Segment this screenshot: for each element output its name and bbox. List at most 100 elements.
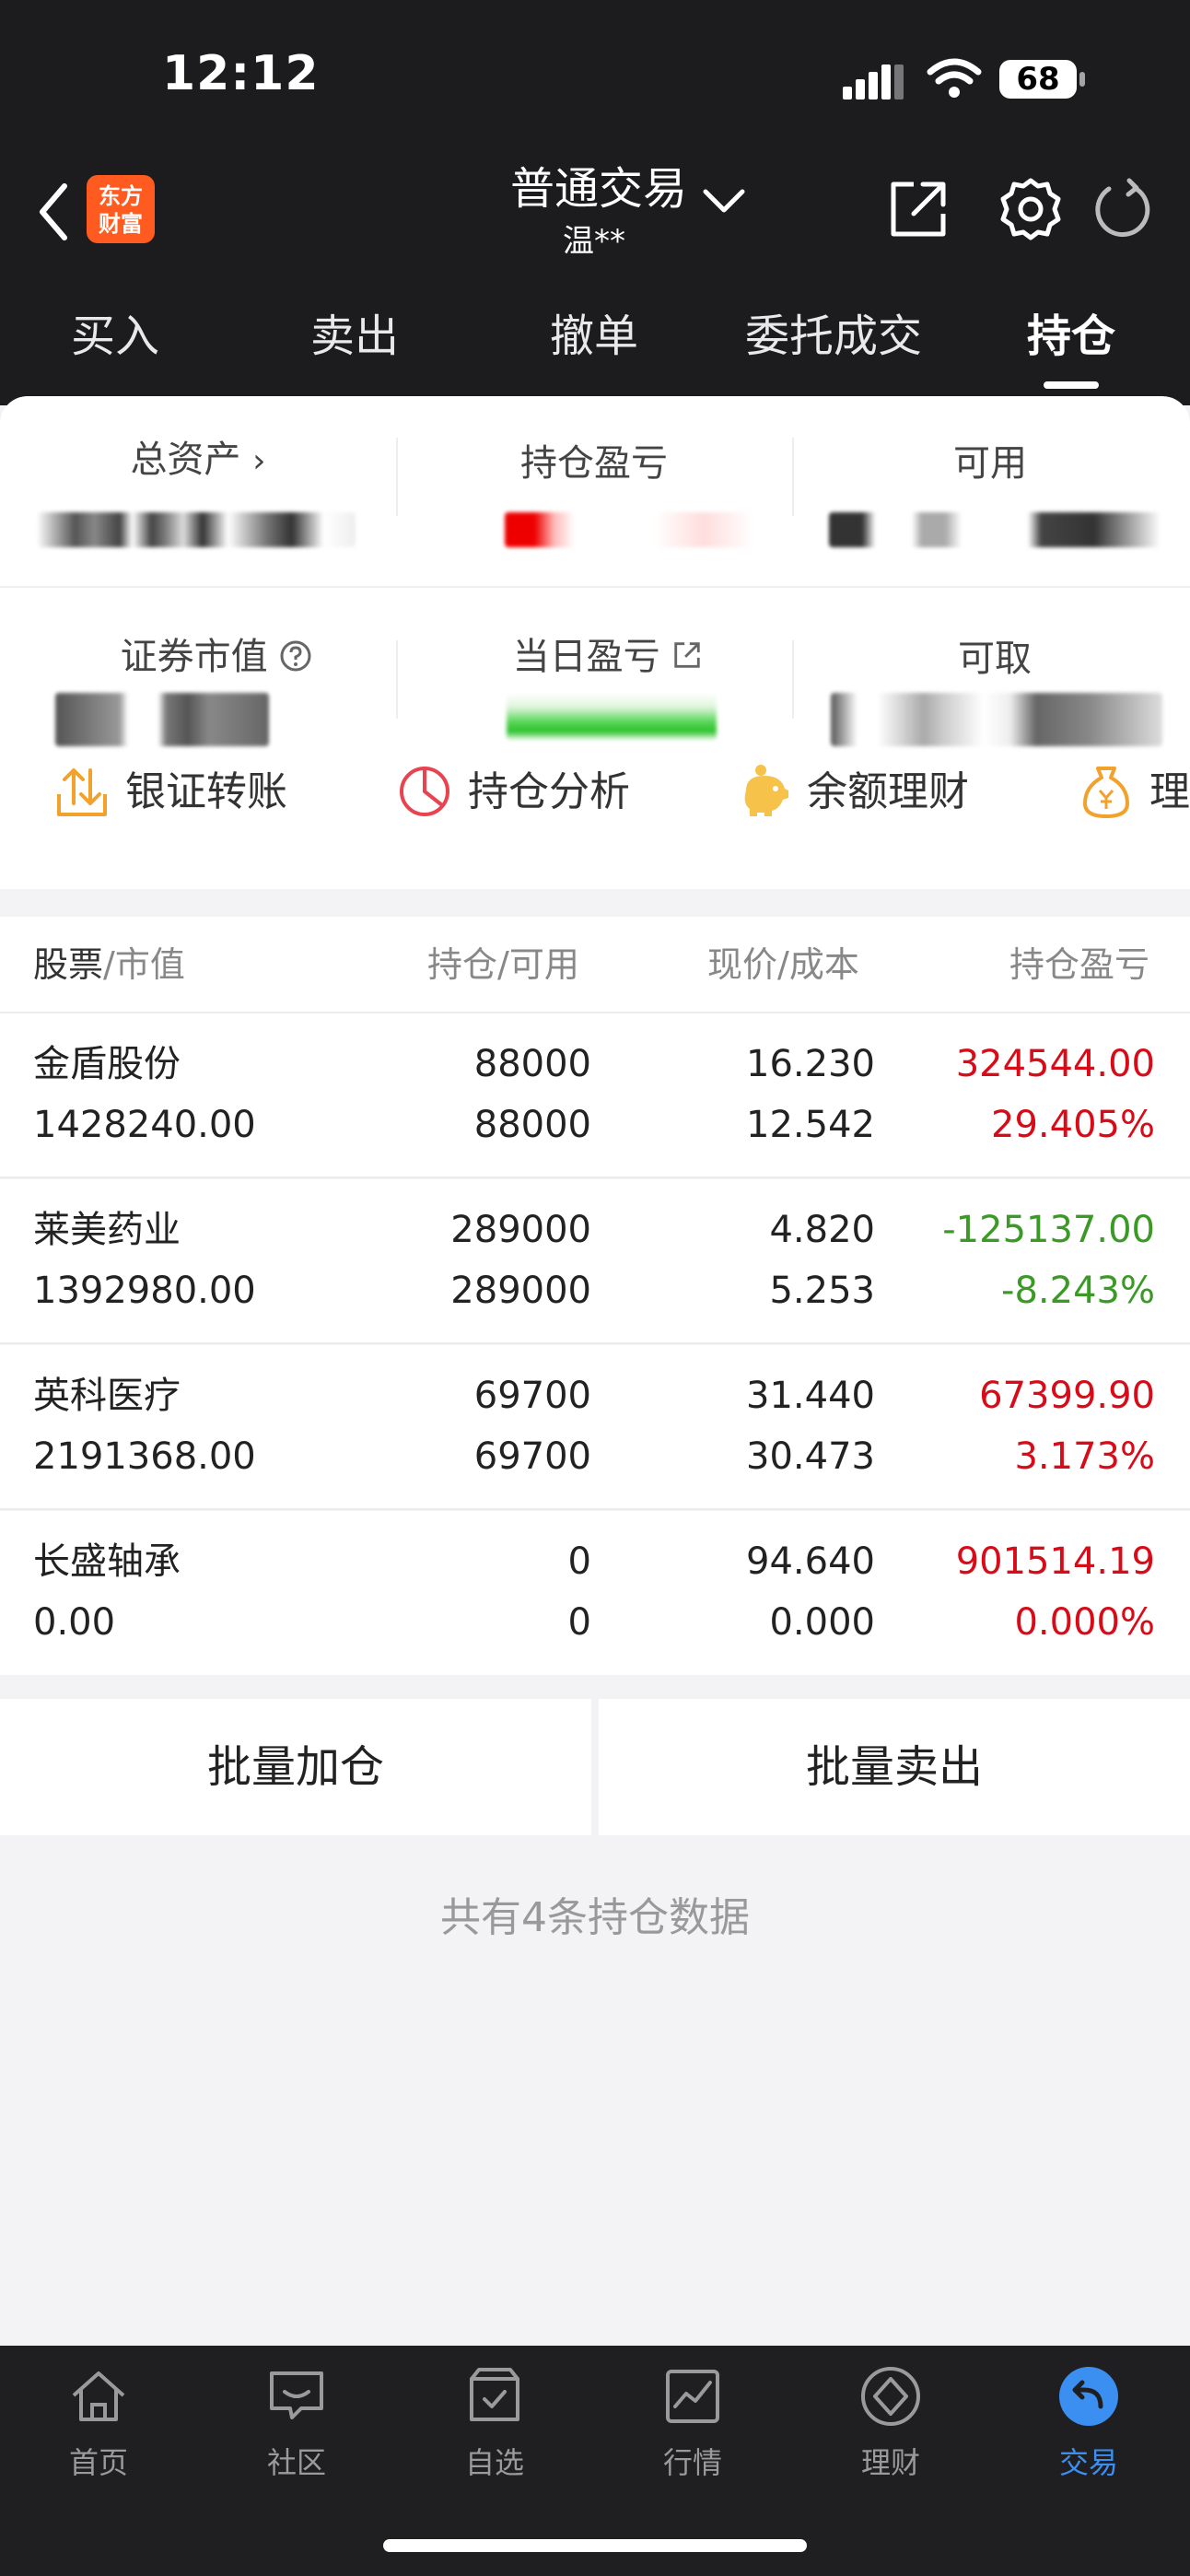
available: 289000 bbox=[450, 1270, 591, 1312]
battery-icon: 68 bbox=[998, 57, 1087, 101]
quick-action-label: 余额理财 bbox=[807, 768, 969, 815]
position-pl-pct: 3.173% bbox=[1014, 1435, 1155, 1478]
divider bbox=[792, 640, 794, 719]
refresh-icon[interactable] bbox=[1089, 177, 1153, 241]
quick-action-label: 持仓分析 bbox=[468, 768, 630, 815]
tabbar-home[interactable]: 首页 bbox=[39, 2364, 158, 2502]
quick-action-transfer[interactable]: 银证转账 bbox=[53, 755, 330, 829]
share-icon[interactable] bbox=[886, 177, 951, 241]
nav-bar: 东方 财富 普通交易 温** bbox=[0, 157, 1190, 295]
divider bbox=[792, 438, 794, 516]
price: 31.440 bbox=[746, 1375, 875, 1417]
quick-action-label: 银证转账 bbox=[125, 768, 287, 815]
position-pl-value-masked bbox=[505, 512, 753, 547]
tabbar-label: 首页 bbox=[68, 2445, 128, 2480]
table-row[interactable]: 英科医疗 2191368.00 69700 69700 31.440 30.47… bbox=[0, 1345, 1190, 1509]
header-stock-label: 股票 bbox=[33, 944, 104, 985]
wifi-icon bbox=[927, 58, 982, 98]
divider bbox=[0, 1508, 1190, 1510]
daily-pl-label[interactable]: 当日盈亏 bbox=[497, 626, 718, 680]
withdrawable-masked bbox=[831, 693, 1162, 746]
available: 69700 bbox=[473, 1435, 591, 1478]
trade-tabs: 买入 卖出 撤单 委托成交 持仓 bbox=[0, 295, 1190, 396]
header-price: 现价/成本 bbox=[707, 917, 859, 1013]
divider bbox=[0, 1177, 1190, 1178]
tabbar-label: 社区 bbox=[266, 2445, 326, 2480]
tabbar-label: 理财 bbox=[860, 2445, 920, 2480]
market-value: 1428240.00 bbox=[33, 1104, 256, 1146]
stock-name: 莱美药业 bbox=[33, 1209, 181, 1251]
available-value-masked bbox=[829, 512, 1161, 547]
price: 94.640 bbox=[746, 1540, 875, 1583]
holding: 69700 bbox=[473, 1375, 591, 1417]
tabbar-label: 自选 bbox=[464, 2445, 524, 2480]
chevron-right-icon: › bbox=[252, 442, 266, 480]
cost: 5.253 bbox=[769, 1270, 875, 1312]
logo-line2: 财富 bbox=[99, 211, 143, 237]
tabbar-trade[interactable]: 交易 bbox=[1029, 2364, 1149, 2502]
trade-mode-title[interactable]: 普通交易 bbox=[497, 157, 700, 221]
market-value-label[interactable]: 证券市值 bbox=[101, 626, 332, 680]
position-pl: 67399.90 bbox=[979, 1375, 1155, 1417]
stock-name: 长盛轴承 bbox=[33, 1540, 181, 1583]
brand-logo[interactable]: 东方 财富 bbox=[87, 175, 155, 243]
daily-pl-masked bbox=[507, 693, 717, 741]
money-bag-icon bbox=[1083, 767, 1129, 818]
tab-buy[interactable]: 买入 bbox=[37, 295, 193, 378]
account-name: 温** bbox=[563, 223, 625, 260]
table-row[interactable]: 长盛轴承 0.00 0 0 94.640 0.000 901514.19 0.0… bbox=[0, 1511, 1190, 1675]
piggy-bank-icon bbox=[744, 765, 788, 816]
cellular-signal-icon bbox=[843, 64, 904, 100]
header-cost-label: /成本 bbox=[777, 944, 859, 985]
position-pl-pct: -8.243% bbox=[1001, 1270, 1155, 1312]
total-assets-text: 总资产 bbox=[130, 439, 241, 481]
header-holding: 持仓/可用 bbox=[427, 917, 579, 1013]
stock-name: 英科医疗 bbox=[33, 1375, 181, 1417]
chevron-down-icon[interactable] bbox=[702, 186, 746, 216]
positions-table-header: 股票/市值 持仓/可用 现价/成本 持仓盈亏 bbox=[0, 917, 1190, 1013]
table-row[interactable]: 金盾股份 1428240.00 88000 88000 16.230 12.54… bbox=[0, 1013, 1190, 1177]
tabbar-watchlist[interactable]: 自选 bbox=[435, 2364, 554, 2502]
position-pl-label: 持仓盈亏 bbox=[520, 442, 668, 485]
market-value: 2191368.00 bbox=[33, 1435, 256, 1478]
quick-action-balance-finance[interactable]: 余额理财 bbox=[735, 755, 1011, 829]
header-price-label: 现价 bbox=[707, 944, 778, 985]
stock-name: 金盾股份 bbox=[33, 1043, 181, 1085]
market-value: 0.00 bbox=[33, 1601, 116, 1644]
tab-orders[interactable]: 委托成交 bbox=[728, 295, 939, 378]
tab-cancel[interactable]: 撤单 bbox=[516, 295, 672, 378]
page: 12:12 68 东方 财富 普通交易 温** 买入 卖出 撤单 委托成交 持仓… bbox=[0, 0, 1190, 2576]
battery-level: 68 bbox=[1016, 61, 1060, 98]
tab-positions[interactable]: 持仓 bbox=[993, 295, 1149, 378]
batch-add-button[interactable]: 批量加仓 bbox=[0, 1699, 591, 1835]
available: 88000 bbox=[473, 1104, 591, 1146]
batch-actions: 批量加仓 批量卖出 bbox=[0, 1699, 1190, 1835]
position-pl-pct: 29.405% bbox=[991, 1104, 1155, 1146]
back-arrow-icon[interactable] bbox=[37, 181, 70, 243]
market-value-masked bbox=[55, 693, 269, 746]
price: 16.230 bbox=[746, 1043, 875, 1085]
cost: 30.473 bbox=[746, 1435, 875, 1478]
divider bbox=[0, 586, 1190, 588]
batch-sell-button[interactable]: 批量卖出 bbox=[599, 1699, 1190, 1835]
tabbar-finance[interactable]: 理财 bbox=[831, 2364, 951, 2502]
chat-icon bbox=[270, 2371, 323, 2419]
available-label: 可用 bbox=[953, 442, 1027, 485]
gear-icon[interactable] bbox=[997, 175, 1065, 243]
quick-action-analysis[interactable]: 持仓分析 bbox=[396, 755, 672, 829]
quick-action-finance[interactable]: 理财 bbox=[1078, 755, 1190, 829]
holding: 0 bbox=[567, 1540, 591, 1583]
position-pl: 324544.00 bbox=[955, 1043, 1155, 1085]
tab-sell[interactable]: 卖出 bbox=[276, 295, 433, 378]
tabbar-market[interactable]: 行情 bbox=[633, 2364, 752, 2502]
divider bbox=[396, 438, 398, 516]
table-row[interactable]: 莱美药业 1392980.00 289000 289000 4.820 5.25… bbox=[0, 1179, 1190, 1343]
home-icon bbox=[72, 2371, 125, 2421]
external-link-icon bbox=[674, 642, 701, 668]
tabbar-community[interactable]: 社区 bbox=[237, 2364, 356, 2502]
positions-count-text: 共有4条持仓数据 bbox=[440, 1894, 750, 1941]
position-pl: 901514.19 bbox=[955, 1540, 1155, 1583]
tabbar-label: 交易 bbox=[1058, 2445, 1118, 2480]
total-assets-label[interactable]: 总资产 › bbox=[92, 429, 304, 483]
header-pl: 持仓盈亏 bbox=[1009, 944, 1150, 985]
